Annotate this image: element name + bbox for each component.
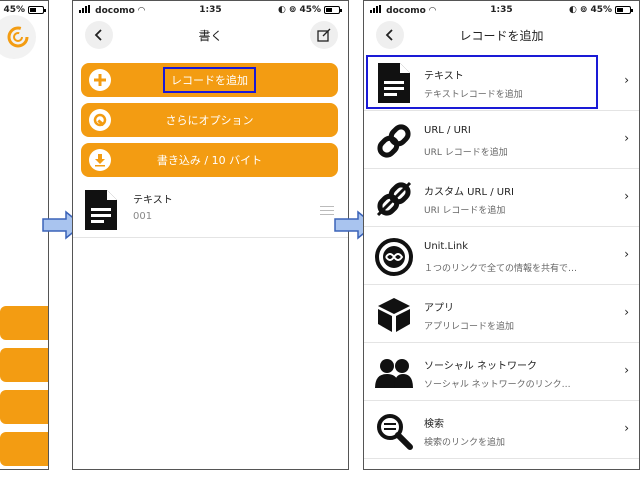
chevron-right-icon: › (624, 73, 629, 87)
wrench-icon (89, 109, 111, 131)
item-title: カスタム URL / URI (424, 187, 514, 198)
unit-link-icon (374, 237, 414, 277)
drag-handle-icon[interactable] (320, 206, 334, 218)
list-item-custom-url[interactable]: カスタム URL / URI URI レコードを追加 › (364, 169, 639, 227)
item-subtitle: 検索のリンクを追加 (424, 438, 506, 448)
more-options-label: さらにオプション (165, 114, 254, 127)
chevron-right-icon: › (624, 305, 629, 319)
list-item-social-network[interactable]: ソーシャル ネットワーク ソーシャル ネットワークのリンク… › (364, 343, 639, 401)
plus-icon (89, 69, 111, 91)
lock-rotation-icon: ◐ (278, 5, 286, 15)
item-title: URL / URI (424, 125, 471, 136)
more-options-button[interactable]: さらにオプション (81, 103, 338, 137)
custom-link-icon (374, 179, 414, 219)
cube-icon (374, 295, 414, 335)
item-subtitle: URL レコードを追加 (424, 148, 508, 158)
edit-icon (317, 28, 331, 42)
chevron-right-icon: › (624, 247, 629, 261)
search-icon (374, 411, 414, 451)
home-button-4[interactable] (0, 432, 48, 466)
item-title: アプリ (424, 303, 454, 314)
link-icon (374, 121, 414, 161)
people-icon (374, 353, 414, 393)
page-title: 書く (198, 29, 223, 43)
record-row[interactable]: テキスト 001 (73, 184, 348, 238)
battery-icon (615, 6, 633, 14)
record-index: 001 (133, 211, 153, 222)
document-icon (85, 190, 117, 230)
list-item-app[interactable]: アプリ アプリレコードを追加 › (364, 285, 639, 343)
app-logo (0, 15, 36, 59)
chevron-right-icon: › (624, 131, 629, 145)
home-button-3[interactable] (0, 390, 48, 424)
item-subtitle: テキストレコードを追加 (424, 90, 523, 100)
item-subtitle: １つのリンクで全ての情報を共有で… (424, 264, 578, 274)
list-item-unit-link[interactable]: Unit.Link １つのリンクで全ての情報を共有で… › (364, 227, 639, 285)
write-label: 書き込み / 10 バイト (156, 154, 263, 167)
logo-icon (7, 26, 29, 48)
home-button-1[interactable] (0, 306, 48, 340)
list-item-search[interactable]: 検索 検索のリンクを追加 › (364, 401, 639, 459)
status-battery-percent: 45% (299, 5, 321, 15)
chevron-right-icon: › (624, 421, 629, 435)
item-title: 検索 (424, 419, 444, 430)
battery-icon (28, 6, 46, 14)
alarm-icon: ⊚ (288, 5, 297, 15)
status-bar: docomo ◠ 1:35 ◐ ⊚ 45% (364, 1, 639, 19)
chevron-right-icon: › (624, 363, 629, 377)
item-title: テキスト (424, 71, 464, 82)
phone-screen-write: docomo ◠ 1:35 ◐ ⊚ 45% 書く レコードを追加 さらにオプショ… (72, 0, 349, 470)
item-subtitle: ソーシャル ネットワークのリンク… (424, 380, 571, 390)
battery-icon (324, 6, 342, 14)
item-subtitle: URI レコードを追加 (424, 206, 506, 216)
download-icon (89, 149, 111, 171)
navbar: レコードを追加 (364, 19, 639, 51)
phone-screen-add-record: docomo ◠ 1:35 ◐ ⊚ 45% レコードを追加 テキスト テキストレ… (363, 0, 640, 470)
navbar: 書く (73, 19, 348, 51)
record-type-list: テキスト テキストレコードを追加 › URL / URI URL レコードを追加… (364, 53, 639, 459)
page-title: レコードを追加 (459, 29, 544, 43)
item-title: Unit.Link (424, 241, 469, 252)
lock-rotation-icon: ◐ (569, 5, 577, 15)
chevron-right-icon: › (624, 189, 629, 203)
item-subtitle: アプリレコードを追加 (424, 322, 515, 332)
list-item-url[interactable]: URL / URI URL レコードを追加 › (364, 111, 639, 169)
record-title: テキスト (133, 195, 173, 206)
list-item-text[interactable]: テキスト テキストレコードを追加 › (364, 53, 639, 111)
home-button-2[interactable] (0, 348, 48, 382)
status-battery-percent: 45% (3, 5, 25, 15)
add-record-label: レコードを追加 (163, 67, 256, 93)
alarm-icon: ⊚ (579, 5, 588, 15)
status-battery-percent: 45% (590, 5, 612, 15)
status-bar: docomo ◠ 1:35 ◐ ⊚ 45% (73, 1, 348, 19)
document-icon (374, 63, 414, 103)
edit-button[interactable] (310, 21, 338, 49)
add-record-button[interactable]: レコードを追加 (81, 63, 338, 97)
write-button[interactable]: 書き込み / 10 バイト (81, 143, 338, 177)
item-title: ソーシャル ネットワーク (424, 361, 537, 372)
